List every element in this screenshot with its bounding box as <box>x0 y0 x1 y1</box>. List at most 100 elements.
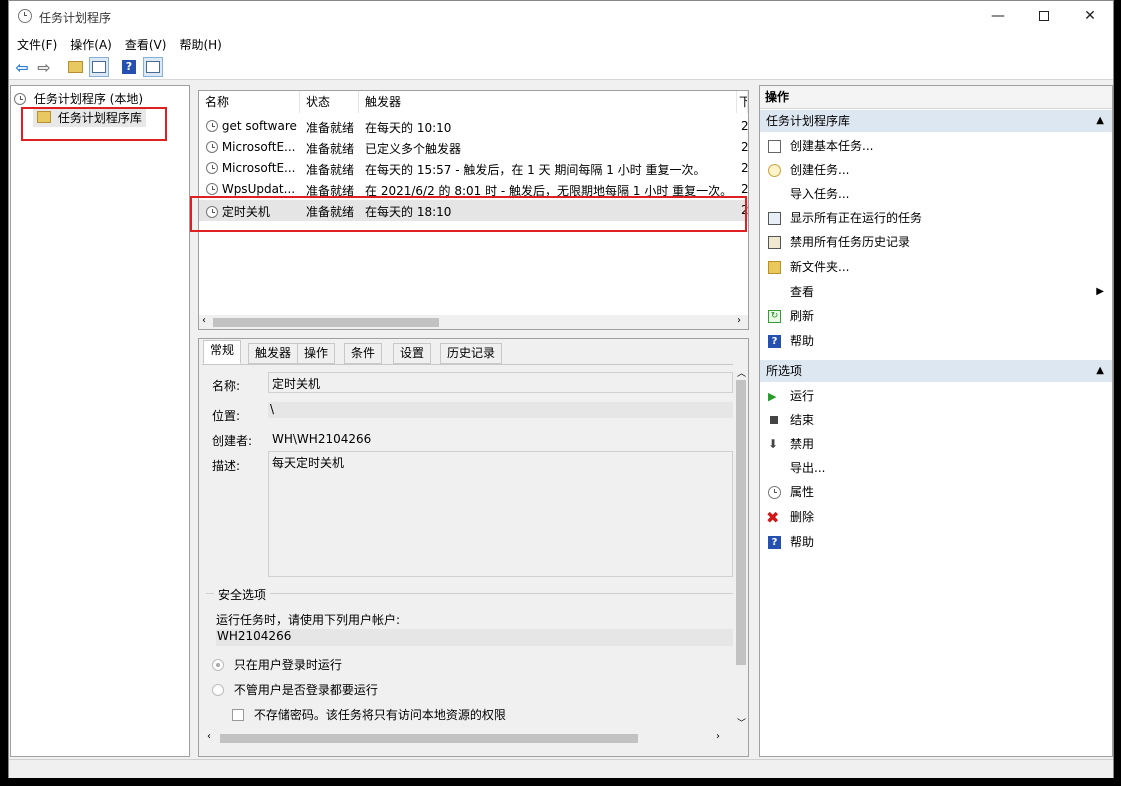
action-pane-icon <box>146 61 160 73</box>
forward-arrow-icon: ⇨ <box>37 57 51 77</box>
run-whether-logged-on-radio[interactable]: 不管用户是否登录都要运行 <box>212 681 378 698</box>
scrollbar-thumb[interactable] <box>213 318 439 327</box>
tab-actions[interactable]: 操作 <box>297 343 336 364</box>
action-help[interactable]: ? 帮助 <box>760 329 1112 353</box>
menu-help[interactable]: 帮助(H) <box>171 32 226 53</box>
delete-icon: ✖ <box>766 508 780 527</box>
task-icon <box>206 183 218 195</box>
column-header-status[interactable]: 状态 <box>300 91 359 113</box>
location-label: 位置: <box>212 409 241 423</box>
tab-triggers[interactable]: 触发器 <box>248 343 299 364</box>
do-not-store-password-checkbox[interactable]: 不存储密码。该任务将只有访问本地资源的权限 <box>232 706 506 723</box>
action-create-task[interactable]: 创建任务... <box>760 158 1112 182</box>
history-icon <box>768 236 781 249</box>
action-view[interactable]: 查看 ▶ <box>760 280 1112 304</box>
radio-icon <box>212 684 224 696</box>
close-button[interactable]: ✕ <box>1067 1 1113 31</box>
checkbox-icon <box>232 709 244 721</box>
scrollbar-thumb[interactable] <box>736 380 746 665</box>
properties-icon <box>768 486 781 499</box>
description-label: 描述: <box>212 459 241 473</box>
section-library-header[interactable]: 任务计划程序库 ▲ <box>760 110 1112 132</box>
run-only-logged-on-radio[interactable]: 只在用户登录时运行 <box>212 656 342 673</box>
action-end[interactable]: 结束 <box>760 408 1112 432</box>
scroll-right-icon: › <box>716 731 720 742</box>
highlight-box <box>190 196 747 232</box>
show-hide-action-pane-button[interactable] <box>143 57 163 77</box>
create-task-icon <box>768 164 781 177</box>
forward-button[interactable]: ⇨ <box>34 57 54 77</box>
action-help-selected[interactable]: ? 帮助 <box>760 530 1112 554</box>
general-tab-panel: 名称: 定时关机 位置: \ 创建者: WH\WH2104266 描述: 每天定… <box>202 364 733 740</box>
details-vertical-scrollbar[interactable]: ︿ ﹀ <box>734 364 748 730</box>
maximize-button[interactable] <box>1021 1 1067 31</box>
toolbar: ⇦ ⇨ ? <box>9 54 1113 80</box>
menu-action[interactable]: 操作(A) <box>62 32 117 53</box>
column-header-next-run[interactable]: 下 <box>737 91 748 113</box>
action-delete[interactable]: ✖ 删除 <box>760 505 1112 529</box>
help-icon: ? <box>768 335 781 348</box>
show-hide-console-tree-button[interactable] <box>89 57 109 77</box>
action-create-basic-task[interactable]: 创建基本任务... <box>760 134 1112 158</box>
actions-pane-header: 操作 <box>760 86 1112 109</box>
back-button[interactable]: ⇦ <box>12 57 32 77</box>
tab-history[interactable]: 历史记录 <box>440 343 503 364</box>
close-icon: ✕ <box>1084 8 1096 24</box>
window-title: 任务计划程序 <box>39 11 112 25</box>
menu-bar: 文件(F) 操作(A) 查看(V) 帮助(H) <box>9 32 1113 54</box>
task-list-horizontal-scrollbar[interactable]: ‹ › <box>199 315 748 329</box>
action-import-task[interactable]: 导入任务... <box>760 182 1112 206</box>
column-header-trigger[interactable]: 触发器 <box>359 91 737 113</box>
details-horizontal-scrollbar[interactable]: ‹ › <box>202 731 733 745</box>
task-scheduler-icon <box>14 93 26 105</box>
scrollbar-thumb[interactable] <box>220 734 638 743</box>
menu-file[interactable]: 文件(F) <box>9 32 62 53</box>
tree-root-label: 任务计划程序 (本地) <box>33 92 144 106</box>
action-disable-history[interactable]: 禁用所有任务历史记录 <box>760 230 1112 254</box>
column-header-name[interactable]: 名称 <box>199 91 300 113</box>
author-value: WH\WH2104266 <box>272 432 372 446</box>
tab-settings[interactable]: 设置 <box>393 343 432 364</box>
action-export[interactable]: 导出... <box>760 456 1112 480</box>
tab-general[interactable]: 常规 <box>203 340 242 364</box>
section-selected-item-header[interactable]: 所选项 ▲ <box>760 360 1112 382</box>
author-label: 创建者: <box>212 434 253 448</box>
tab-conditions[interactable]: 条件 <box>344 343 383 364</box>
disable-arrow-icon: ⬇ <box>768 437 779 451</box>
task-icon <box>206 162 218 174</box>
security-options-title: 安全选项 <box>214 586 271 603</box>
security-options-group: 安全选项 运行任务时，请使用下列用户帐户: WH2104266 只在用户登录时运… <box>206 586 733 740</box>
refresh-icon: ↻ <box>768 310 781 323</box>
action-show-running-tasks[interactable]: 显示所有正在运行的任务 <box>760 206 1112 230</box>
help-button[interactable]: ? <box>119 57 139 77</box>
menu-view[interactable]: 查看(V) <box>117 32 172 53</box>
run-as-user-field: WH2104266 <box>216 629 733 646</box>
task-scheduler-icon <box>18 9 32 23</box>
collapse-icon: ▲ <box>1096 365 1104 376</box>
action-properties[interactable]: 属性 <box>760 480 1112 504</box>
run-as-label: 运行任务时，请使用下列用户帐户: <box>216 613 401 627</box>
task-icon <box>206 120 218 132</box>
table-row[interactable]: MicrosoftE... 准备就绪 已定义多个触发器 2 <box>199 137 749 158</box>
action-disable[interactable]: ⬇ 禁用 <box>760 432 1112 456</box>
action-new-folder[interactable]: 新文件夹... <box>760 255 1112 279</box>
console-tree: 任务计划程序 (本地) 任务计划程序库 <box>10 85 190 757</box>
create-basic-task-icon <box>768 140 781 153</box>
table-row[interactable]: get software 准备就绪 在每天的 10:10 2 <box>199 116 749 137</box>
new-folder-icon <box>768 261 781 274</box>
actions-pane: 操作 任务计划程序库 ▲ 创建基本任务... 创建任务... 导入任务... 显… <box>759 85 1113 757</box>
description-field[interactable]: 每天定时关机 <box>268 451 733 577</box>
submenu-arrow-icon: ▶ <box>1096 286 1104 297</box>
scroll-left-icon: ‹ <box>207 731 211 742</box>
task-details: 常规 触发器 操作 条件 设置 历史记录 名称: 定时关机 位置: \ 创建者:… <box>198 338 749 757</box>
title-bar: 任务计划程序 — ✕ <box>9 1 1113 32</box>
table-row[interactable]: MicrosoftE... 准备就绪 在每天的 15:57 - 触发后，在 1 … <box>199 158 749 179</box>
help-icon: ? <box>768 536 781 549</box>
action-refresh[interactable]: ↻ 刷新 <box>760 304 1112 328</box>
name-field[interactable]: 定时关机 <box>268 372 733 393</box>
action-run[interactable]: ▶ 运行 <box>760 384 1112 408</box>
up-folder-button[interactable] <box>65 57 85 77</box>
minimize-button[interactable]: — <box>975 1 1021 31</box>
tree-root[interactable]: 任务计划程序 (本地) <box>14 90 143 107</box>
stop-icon <box>770 416 778 424</box>
